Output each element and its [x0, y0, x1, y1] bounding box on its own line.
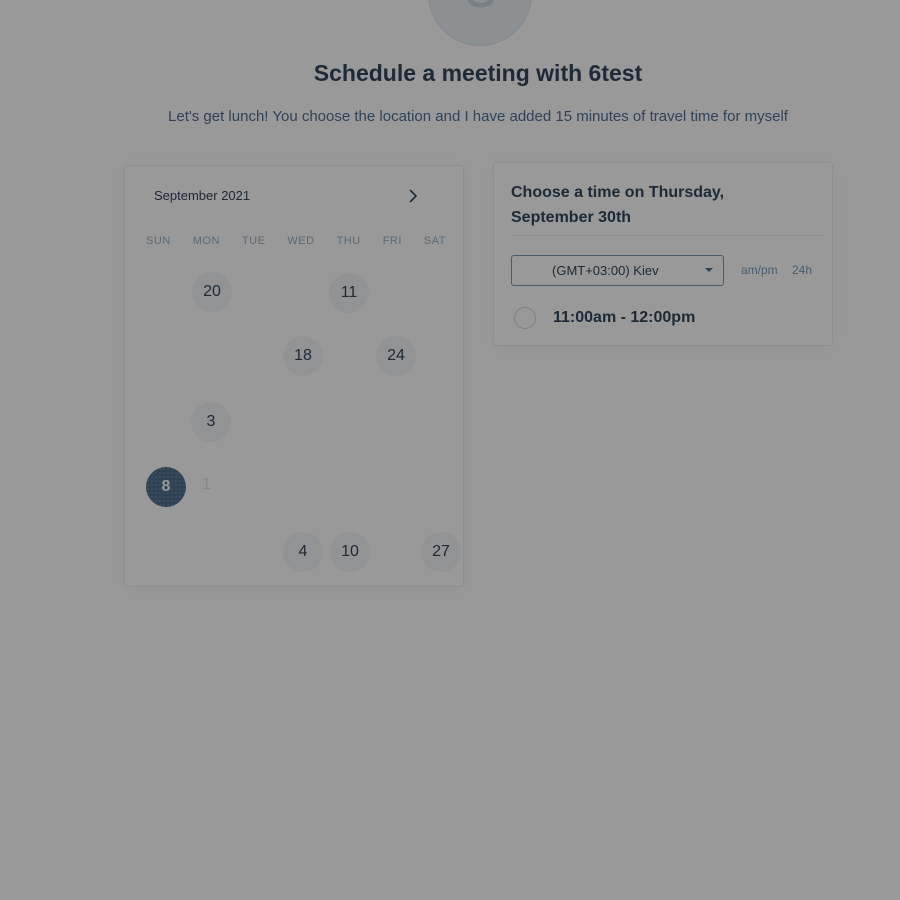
modal-overlay[interactable] [0, 0, 900, 900]
meeting-page: G Schedule a meeting with 6test Let's ge… [0, 0, 900, 900]
